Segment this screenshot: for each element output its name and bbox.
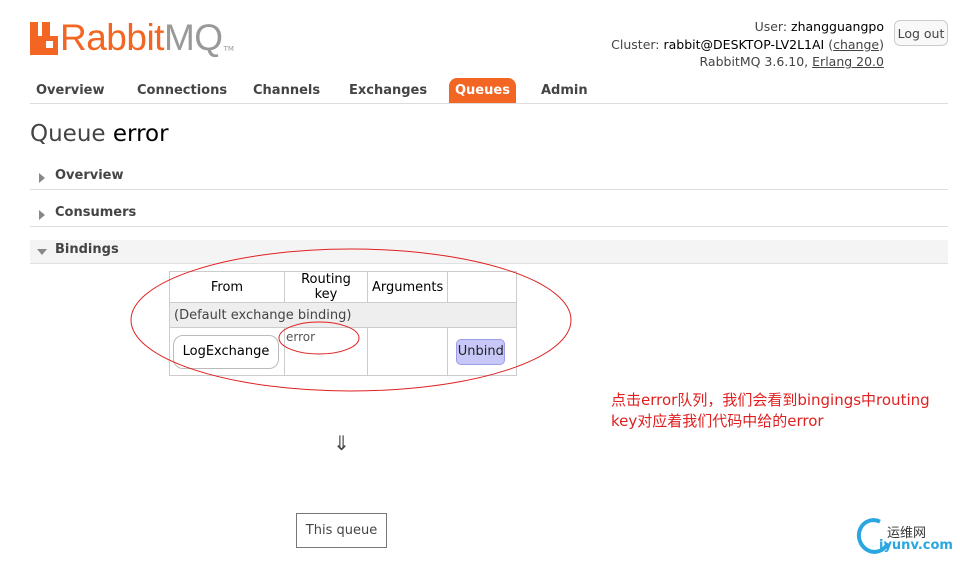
queue-name: error [112,121,169,147]
section-bindings[interactable]: Bindings [30,240,948,264]
from-cell: LogExchange [169,327,285,376]
annotation-text: 点击error队列，我们会看到bingings中routing key对应着我们… [611,391,930,430]
rabbitmq-logo: RabbitMQ TM [30,18,234,58]
default-binding-row: (Default exchange binding) [168,302,518,328]
table-row: LogExchange error Unbind [169,327,518,376]
section-consumers[interactable]: Consumers [30,203,948,227]
user-line: User: zhangguangpo [754,19,884,34]
cluster-line: Cluster: rabbit@DESKTOP-LV2L1AI (change) [611,36,884,52]
rabbit-logo-icon [30,21,58,55]
routing-key-cell: error [284,327,368,376]
default-binding-label: (Default exchange binding) [168,302,518,328]
col-from: From [169,271,285,303]
tab-overview[interactable]: Overview [36,78,105,103]
version-line: RabbitMQ 3.6.10, Erlang 20.0 [699,54,884,69]
tab-channels[interactable]: Channels [253,78,320,103]
erlang-link[interactable]: Erlang 20.0 [812,54,884,69]
section-consumers-label: Consumers [55,205,137,220]
change-cluster-link[interactable]: change [833,37,879,52]
bindings-table: From Routing key Arguments (Default exch… [168,271,518,376]
routing-key-value: error [286,330,316,344]
user-name: zhangguangpo [791,19,884,34]
this-queue-box: This queue [296,513,387,548]
exchange-link[interactable]: LogExchange [173,334,279,369]
tab-queues[interactable]: Queues [449,78,516,103]
section-bindings-label: Bindings [55,242,119,257]
watermark: 运维网 iyunv.com [851,513,957,559]
section-overview[interactable]: Overview [30,166,948,190]
down-arrow-icon: ⇓ [333,431,350,455]
action-cell: Unbind [447,327,518,376]
arguments-cell [366,327,449,376]
page-title: Queue error [30,121,169,147]
logo-trademark: TM [223,45,234,53]
section-overview-label: Overview [55,168,124,183]
logo-wordmark: RabbitMQ [60,17,223,58]
logout-button[interactable]: Log out [894,20,948,46]
collapse-triangle-icon [37,249,47,255]
col-routing-key: Routing key [284,271,368,303]
tab-admin[interactable]: Admin [541,78,588,103]
unbind-button[interactable]: Unbind [456,338,506,365]
expand-triangle-icon [39,210,45,220]
watermark-en: iyunv.com [879,538,953,553]
main-nav: Overview Connections Channels Exchanges … [30,78,948,104]
expand-triangle-icon [39,173,45,183]
user-info: User: zhangguangpo Cluster: rabbit@DESKT… [611,18,884,71]
tab-exchanges[interactable]: Exchanges [349,78,427,103]
tab-connections[interactable]: Connections [137,78,227,103]
cluster-name: rabbit@DESKTOP-LV2L1AI [663,36,825,52]
col-arguments: Arguments [366,271,449,303]
bindings-header-row: From Routing key Arguments [169,271,518,303]
col-actions [447,271,518,303]
